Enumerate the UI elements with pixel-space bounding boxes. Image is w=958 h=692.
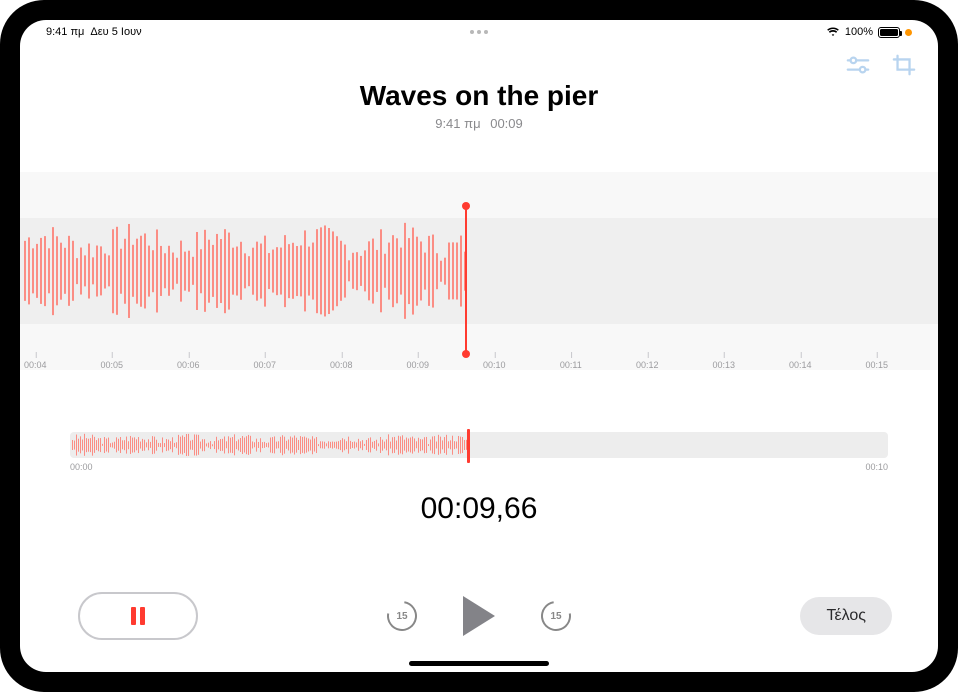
overview-end-label: 00:10: [865, 462, 888, 472]
pause-button[interactable]: [78, 592, 198, 640]
skip-forward-button[interactable]: 15: [539, 599, 573, 633]
settings-sliders-icon[interactable]: [846, 54, 870, 81]
ruler-tick: 00:14: [789, 360, 812, 370]
ruler-tick: 00:05: [101, 360, 124, 370]
playhead[interactable]: [465, 206, 467, 354]
screen: 9:41 πμ Δευ 5 Ιουν 100% Waves on the pie…: [20, 20, 938, 672]
ruler-tick: 00:10: [483, 360, 506, 370]
ruler-tick: 00:06: [177, 360, 200, 370]
overview-cursor[interactable]: [467, 429, 470, 463]
play-button[interactable]: [463, 596, 495, 636]
multitask-dots[interactable]: [470, 30, 488, 34]
waveform-overview[interactable]: 00:00 00:10: [70, 426, 888, 466]
waveform-window[interactable]: 00:04 00:05 00:06 00:07 00:08 00:09 00:10 00:11…: [20, 172, 938, 392]
skip-back-button[interactable]: 15: [385, 599, 419, 633]
home-indicator[interactable]: [409, 661, 549, 666]
wifi-icon: [826, 27, 840, 37]
done-button[interactable]: Τέλος: [800, 597, 892, 635]
overview-start-label: 00:00: [70, 462, 93, 472]
recording-title: Waves on the pier: [20, 80, 938, 112]
pause-icon: [131, 607, 145, 625]
ruler-tick: 00:13: [713, 360, 736, 370]
status-bar: 9:41 πμ Δευ 5 Ιουν 100%: [20, 20, 938, 44]
ruler-tick: 00:04: [24, 360, 47, 370]
ipad-frame: 9:41 πμ Δευ 5 Ιουν 100% Waves on the pie…: [0, 0, 958, 692]
timecode: 00:09,66: [20, 492, 938, 526]
recording-subtitle: 9:41 πμ 00:09: [20, 116, 938, 131]
crop-trim-icon[interactable]: [892, 54, 916, 81]
battery-icon: [878, 27, 900, 38]
ruler-tick: 00:08: [330, 360, 353, 370]
ruler-tick: 00:07: [254, 360, 277, 370]
ruler-tick: 00:11: [560, 360, 582, 370]
status-time: 9:41 πμ: [46, 26, 84, 38]
ruler-tick: 00:09: [407, 360, 430, 370]
mic-indicator-icon: [905, 29, 912, 36]
status-date: Δευ 5 Ιουν: [90, 26, 141, 38]
ruler-tick: 00:15: [866, 360, 889, 370]
time-ruler: 00:04 00:05 00:06 00:07 00:08 00:09 00:10 00:11…: [20, 356, 938, 370]
ruler-tick: 00:12: [636, 360, 659, 370]
battery-pct: 100%: [845, 26, 873, 38]
